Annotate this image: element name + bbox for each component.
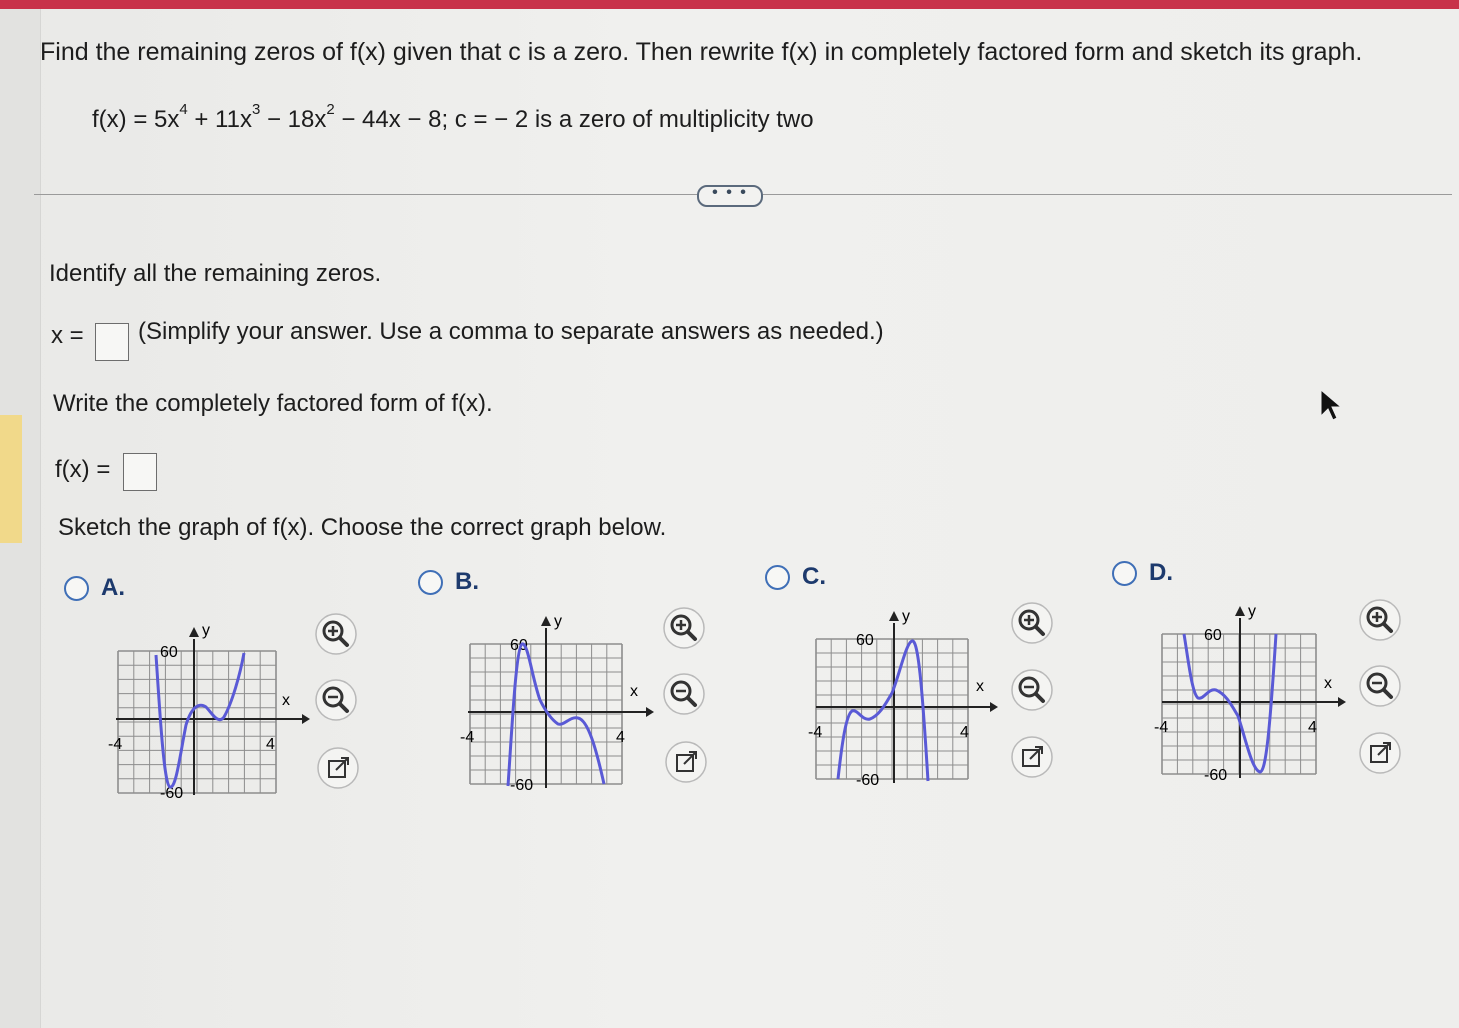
option-b-open-new-window-icon[interactable] [664,740,708,784]
x-axis-arrow-c [990,702,998,712]
factored-answer-input[interactable] [123,453,157,491]
factored-prefix: f(x) = [55,456,111,483]
option-a-zoom-out-icon[interactable] [314,678,358,722]
part1-label: Identify all the remaining zeros. [49,260,382,287]
option-d-open-new-window-icon[interactable] [1358,731,1402,775]
option-c-graph[interactable]: y x 60 -60 -4 4 [800,603,1010,793]
part2-label: Write the completely factored form of f(… [53,390,493,417]
option-d-zoom-in-icon[interactable] [1358,598,1402,642]
option-c-radio[interactable] [765,565,790,590]
y-axis-label-d: y [1248,603,1256,620]
option-b-zoom-out-icon[interactable] [662,672,706,716]
mouse-cursor-icon [1320,388,1342,421]
curve-b [506,642,606,787]
zeros-prefix: x = [51,322,84,349]
grid-c [815,638,969,780]
eq-part2: + 11x [187,106,252,133]
eq-exp1: 4 [179,101,188,118]
x-axis-arrow-d [1338,697,1346,707]
curve-c [836,639,930,782]
zeros-hint: (Simplify your answer. Use a comma to se… [138,318,884,345]
y-bottom-label-d: -60 [1204,767,1227,784]
current-part-highlight [0,415,22,543]
option-b-zoom-in-icon[interactable] [662,606,706,650]
question-prompt: Find the remaining zeros of f(x) given t… [40,38,1363,66]
y-bottom-label-c: -60 [856,772,879,789]
option-d-label[interactable]: D. [1149,559,1173,587]
x-right-label-b: 4 [616,729,625,746]
option-b-radio[interactable] [418,570,443,595]
x-axis-arrow-a [302,714,310,724]
y-bottom-label-b: -60 [510,777,533,794]
y-axis-arrow-a [189,627,199,637]
y-axis-label-a: y [202,622,210,639]
x-axis-arrow-b [646,707,654,717]
x-right-label-a: 4 [266,736,275,753]
y-axis-arrow-c [889,611,899,621]
option-d-zoom-out-icon[interactable] [1358,664,1402,708]
option-c-zoom-in-icon[interactable] [1010,601,1054,645]
top-accent-bar [0,0,1459,9]
zeros-answer-input[interactable] [95,323,129,361]
eq-part1: f(x) = 5x [92,106,180,133]
option-a-radio[interactable] [64,576,89,601]
function-equation: f(x) = 5x4 + 11x3 − 18x2 − 44x − 8; c = … [92,101,814,134]
part3-label: Sketch the graph of f(x). Choose the cor… [58,514,667,541]
x-axis-label-a: x [282,692,290,709]
x-left-label-a: -4 [108,736,122,753]
x-right-label-d: 4 [1308,719,1317,736]
y-axis-label-c: y [902,608,910,625]
option-d-graph[interactable]: y x 60 -60 -4 4 [1146,598,1356,788]
y-top-label-c: 60 [856,632,874,649]
option-a-graph[interactable]: y x 60 -60 -4 4 [100,615,310,805]
option-a-zoom-in-icon[interactable] [314,612,358,656]
expand-more-button[interactable]: • • • [697,185,763,207]
y-axis-label-b: y [554,613,562,630]
y-top-label-d: 60 [1204,627,1222,644]
x-axis-label-d: x [1324,675,1332,692]
option-c-label[interactable]: C. [802,563,826,591]
curve-a [154,652,246,789]
x-axis-label-c: x [976,678,984,695]
eq-exp2: 3 [251,101,261,118]
option-a-open-new-window-icon[interactable] [316,746,360,790]
y-axis-arrow-d [1235,606,1245,616]
grid-a [117,650,277,794]
x-right-label-c: 4 [960,724,969,741]
option-c-zoom-out-icon[interactable] [1010,668,1054,712]
x-left-label-c: -4 [808,724,822,741]
eq-exp3: 2 [326,101,335,118]
option-b-graph[interactable]: y x 60 -60 -4 4 [452,608,662,798]
x-left-label-d: -4 [1154,719,1168,736]
y-top-label-a: 60 [160,644,178,661]
y-axis-arrow-b [541,616,551,626]
x-axis-label-b: x [630,683,638,700]
x-left-label-b: -4 [460,729,474,746]
eq-part3: − 18x [260,106,327,133]
option-d-radio[interactable] [1112,561,1137,586]
option-b-label[interactable]: B. [455,568,479,596]
option-a-label[interactable]: A. [101,574,125,602]
option-c-open-new-window-icon[interactable] [1010,735,1054,779]
eq-part4: − 44x − 8; c = − 2 is a zero of multipli… [334,106,814,133]
